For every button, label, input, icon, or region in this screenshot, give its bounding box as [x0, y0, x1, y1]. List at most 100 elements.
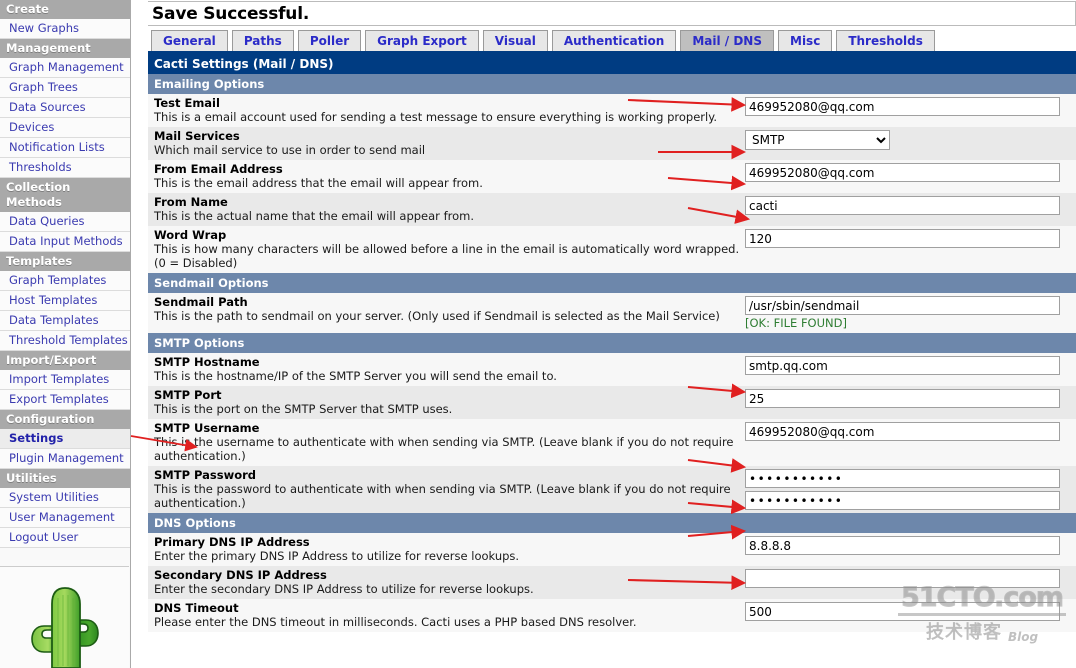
- form-row-control-dns-timeout: [740, 601, 1076, 621]
- sidebar-item-host-templates[interactable]: Host Templates: [0, 291, 130, 311]
- form-row-control-sendmail-path: [OK: FILE FOUND]: [740, 295, 1076, 330]
- tab-misc[interactable]: Misc: [778, 30, 833, 51]
- field-description-smtp-port: This is the port on the SMTP Server that…: [154, 402, 453, 416]
- mail-services-select[interactable]: SMTP: [745, 130, 890, 150]
- nav-group-header-import-export: Import/Export: [0, 351, 130, 370]
- sidebar-item-plugin-management[interactable]: Plugin Management: [0, 449, 130, 469]
- field-name-from-email-address: From Email Address: [154, 162, 283, 176]
- secondary-dns-ip-address-input[interactable]: [745, 569, 1060, 588]
- sidebar-item-graph-management[interactable]: Graph Management: [0, 58, 130, 78]
- sidebar-item-devices[interactable]: Devices: [0, 118, 130, 138]
- nav-group-header-templates: Templates: [0, 252, 130, 271]
- field-name-smtp-username: SMTP Username: [154, 421, 260, 435]
- smtp-password-confirm-input[interactable]: [745, 491, 1060, 510]
- form-row-word-wrap: Word Wrap This is how many characters wil…: [148, 226, 1076, 273]
- sidebar-item-logout-user[interactable]: Logout User: [0, 528, 130, 548]
- test-email-input[interactable]: [745, 97, 1060, 116]
- form-row-from-email-address: From Email Address This is the email addr…: [148, 160, 1076, 193]
- form-row-from-name: From Name This is the actual name that th…: [148, 193, 1076, 226]
- primary-dns-ip-address-input[interactable]: [745, 536, 1060, 555]
- field-name-from-name: From Name: [154, 195, 228, 209]
- tab-mail-dns[interactable]: Mail / DNS: [680, 30, 774, 51]
- save-successful-message: Save Successful.: [152, 3, 310, 24]
- sidebar-item-data-sources[interactable]: Data Sources: [0, 98, 130, 118]
- sidebar-item-user-management[interactable]: User Management: [0, 508, 130, 528]
- form-row-control-smtp-password: [740, 468, 1076, 510]
- sidebar-nav: Create New Graphs Management Graph Manageme…: [0, 0, 130, 548]
- form-row-label-from-email-address: From Email Address This is the email addr…: [148, 162, 740, 190]
- settings-form: Emailing Options Test Email This is a emai…: [148, 74, 1076, 632]
- field-name-smtp-hostname: SMTP Hostname: [154, 355, 260, 369]
- field-name-mail-services: Mail Services: [154, 129, 240, 143]
- field-name-test-email: Test Email: [154, 96, 220, 110]
- sidebar-item-system-utilities[interactable]: System Utilities: [0, 488, 130, 508]
- sendmail-path-input[interactable]: [745, 296, 1060, 315]
- tab-paths[interactable]: Paths: [231, 30, 294, 51]
- field-description-word-wrap: This is how many characters will be allo…: [154, 242, 740, 270]
- form-row-control-from-email-address: [740, 162, 1076, 182]
- tab-graph-export[interactable]: Graph Export: [365, 30, 479, 51]
- form-row-secondary-dns-ip-address: Secondary DNS IP Address Enter the second…: [148, 566, 1076, 599]
- field-description-smtp-password: This is the password to authenticate wit…: [154, 482, 731, 510]
- sidebar-item-import-templates[interactable]: Import Templates: [0, 370, 130, 390]
- sidebar-item-data-input-methods[interactable]: Data Input Methods: [0, 232, 130, 252]
- form-row-label-secondary-dns-ip-address: Secondary DNS IP Address Enter the second…: [148, 568, 740, 596]
- field-description-primary-dns-ip-address: Enter the primary DNS IP Address to util…: [154, 549, 520, 563]
- tab-authentication[interactable]: Authentication: [551, 30, 677, 51]
- smtp-hostname-input[interactable]: [745, 356, 1060, 375]
- section-header-sendmail: Sendmail Options: [148, 273, 1076, 293]
- form-row-label-mail-services: Mail Services Which mail service to use i…: [148, 129, 740, 157]
- sidebar-item-settings[interactable]: Settings: [0, 429, 130, 449]
- sidebar-item-threshold-templates[interactable]: Threshold Templates: [0, 331, 130, 351]
- field-name-smtp-password: SMTP Password: [154, 468, 257, 482]
- sidebar-item-notification-lists[interactable]: Notification Lists: [0, 138, 130, 158]
- from-email-address-input[interactable]: [745, 163, 1060, 182]
- form-row-label-test-email: Test Email This is a email account used f…: [148, 96, 740, 124]
- tab-visual[interactable]: Visual: [482, 30, 548, 51]
- field-name-word-wrap: Word Wrap: [154, 228, 227, 242]
- sidebar-item-data-queries[interactable]: Data Queries: [0, 212, 130, 232]
- sidebar-item-new-graphs[interactable]: New Graphs: [0, 19, 130, 39]
- form-row-label-dns-timeout: DNS Timeout Please enter the DNS timeout …: [148, 601, 740, 629]
- form-row-control-smtp-hostname: [740, 355, 1076, 375]
- form-row-test-email: Test Email This is a email account used f…: [148, 94, 1076, 127]
- form-row-label-word-wrap: Word Wrap This is how many characters wil…: [148, 228, 740, 270]
- nav-group-header-management: Management: [0, 39, 130, 58]
- form-row-sendmail-path: Sendmail Path This is the path to sendmai…: [148, 293, 1076, 333]
- form-row-control-word-wrap: [740, 228, 1076, 248]
- form-row-control-mail-services: SMTP: [740, 129, 1076, 150]
- tab-general[interactable]: General: [151, 30, 228, 51]
- form-row-smtp-port: SMTP Port This is the port on the SMTP Se…: [148, 386, 1076, 419]
- smtp-port-input[interactable]: [745, 389, 1060, 408]
- dns-timeout-input[interactable]: [745, 602, 1060, 621]
- form-row-control-secondary-dns-ip-address: [740, 568, 1076, 588]
- sidebar-item-export-templates[interactable]: Export Templates: [0, 390, 130, 410]
- tab-poller[interactable]: Poller: [297, 30, 362, 51]
- form-row-primary-dns-ip-address: Primary DNS IP Address Enter the primary …: [148, 533, 1076, 566]
- field-description-sendmail-path: This is the path to sendmail on your ser…: [154, 309, 720, 323]
- form-row-mail-services: Mail Services Which mail service to use i…: [148, 127, 1076, 160]
- form-row-smtp-username: SMTP Username This is the username to aut…: [148, 419, 1076, 466]
- sidebar-item-graph-trees[interactable]: Graph Trees: [0, 78, 130, 98]
- nav-group-header-create: Create: [0, 0, 130, 19]
- field-name-secondary-dns-ip-address: Secondary DNS IP Address: [154, 568, 327, 582]
- word-wrap-input[interactable]: [745, 229, 1060, 248]
- sidebar-item-graph-templates[interactable]: Graph Templates: [0, 271, 130, 291]
- sidebar-item-data-templates[interactable]: Data Templates: [0, 311, 130, 331]
- smtp-password-input[interactable]: [745, 469, 1060, 488]
- tab-thresholds[interactable]: Thresholds: [836, 30, 935, 51]
- field-description-from-email-address: This is the email address that the email…: [154, 176, 483, 190]
- form-row-control-test-email: [740, 96, 1076, 116]
- sidebar-item-thresholds[interactable]: Thresholds: [0, 158, 130, 178]
- section-header-smtp: SMTP Options: [148, 333, 1076, 353]
- save-message-box: Save Successful.: [148, 1, 1076, 26]
- field-description-dns-timeout: Please enter the DNS timeout in millisec…: [154, 615, 637, 629]
- form-row-smtp-password: SMTP Password This is the password to aut…: [148, 466, 1076, 513]
- from-name-input[interactable]: [745, 196, 1060, 215]
- form-row-label-smtp-username: SMTP Username This is the username to aut…: [148, 421, 740, 463]
- sidebar: Create New Graphs Management Graph Manageme…: [0, 0, 131, 668]
- form-row-control-smtp-port: [740, 388, 1076, 408]
- nav-group-header-utilities: Utilities: [0, 469, 130, 488]
- settings-tabs: General Paths Poller Graph Export Visual Auth…: [148, 30, 1076, 54]
- smtp-username-input[interactable]: [745, 422, 1060, 441]
